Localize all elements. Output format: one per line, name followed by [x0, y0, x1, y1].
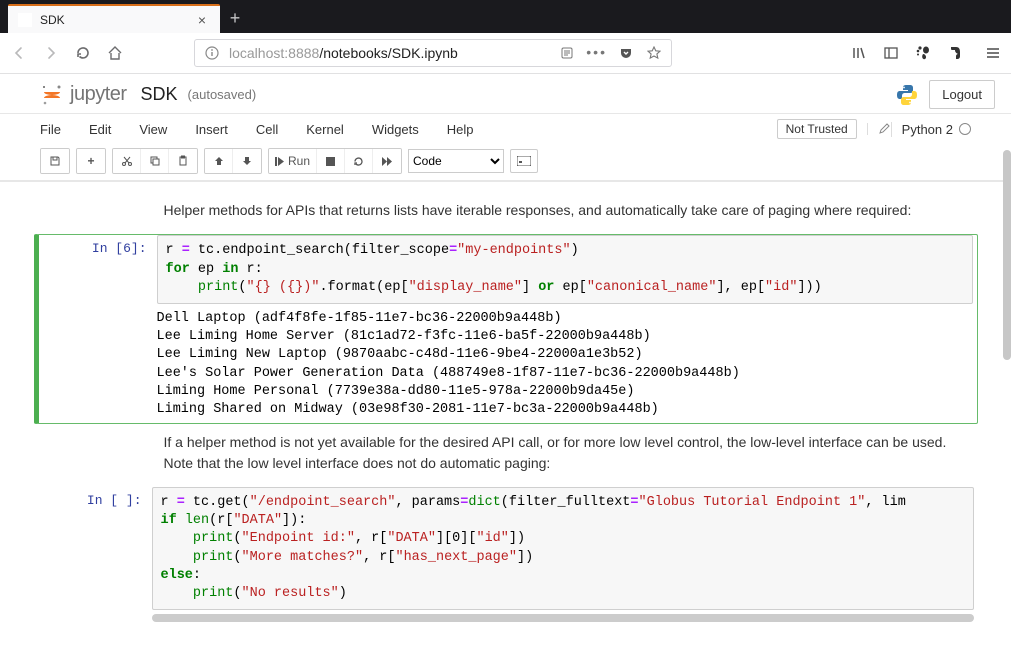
run-label: Run — [288, 154, 310, 168]
reader-icon[interactable] — [558, 44, 576, 62]
jupyter-logo[interactable]: jupyter — [40, 83, 127, 107]
menu-kernel[interactable]: Kernel — [306, 122, 344, 137]
page-actions-icon[interactable]: ••• — [586, 44, 607, 62]
url-port: :8888 — [284, 45, 319, 61]
hamburger-menu-icon[interactable] — [985, 45, 1001, 61]
browser-nav-bar: localhost:8888/notebooks/SDK.ipynb ••• — [0, 33, 1011, 74]
gnome-foot-icon[interactable] — [915, 45, 931, 61]
menu-file[interactable]: File — [40, 122, 61, 137]
bookmark-star-icon[interactable] — [645, 44, 663, 62]
menu-insert[interactable]: Insert — [195, 122, 228, 137]
notebook-scroll-area[interactable]: Helper methods for APIs that returns lis… — [0, 182, 1011, 665]
code-input[interactable]: r = tc.get("/endpoint_search", params=di… — [152, 487, 974, 610]
vertical-scrollbar[interactable] — [1003, 150, 1011, 360]
menubar: File Edit View Insert Cell Kernel Widget… — [0, 114, 1011, 144]
command-palette-button[interactable] — [510, 149, 538, 173]
url-text: localhost:8888/notebooks/SDK.ipynb — [229, 45, 458, 61]
run-button[interactable]: Run — [269, 149, 317, 173]
move-up-button[interactable] — [205, 149, 233, 173]
save-button[interactable] — [41, 149, 69, 173]
input-prompt: In [6]: — [39, 235, 157, 423]
edit-icon[interactable] — [867, 123, 885, 135]
menu-edit[interactable]: Edit — [89, 122, 111, 137]
add-cell-button[interactable]: + — [77, 149, 105, 173]
interrupt-button[interactable] — [317, 149, 345, 173]
move-down-button[interactable] — [233, 149, 261, 173]
tab-title: SDK — [40, 13, 194, 27]
browser-tab[interactable]: SDK × — [8, 4, 220, 33]
toolbar: + Run Code — [0, 144, 1011, 181]
paste-button[interactable] — [169, 149, 197, 173]
cell-type-select[interactable]: Code — [408, 149, 504, 173]
home-icon[interactable] — [106, 44, 124, 62]
kernel-indicator[interactable]: Python 2 — [891, 122, 971, 137]
markdown-cell[interactable]: Helper methods for APIs that returns lis… — [164, 200, 978, 220]
code-cell-empty[interactable]: In [ ]: r = tc.get("/endpoint_search", p… — [34, 487, 978, 622]
jupyter-logo-icon — [40, 83, 64, 107]
url-bar[interactable]: localhost:8888/notebooks/SDK.ipynb ••• — [194, 39, 672, 67]
close-icon[interactable]: × — [194, 12, 210, 28]
url-path: /notebooks/SDK.ipynb — [319, 45, 458, 61]
code-input[interactable]: r = tc.endpoint_search(filter_scope="my-… — [157, 235, 973, 304]
new-tab-button[interactable]: + — [220, 4, 250, 33]
library-icon[interactable] — [851, 45, 867, 61]
notebook: Helper methods for APIs that returns lis… — [26, 182, 986, 650]
kernel-status-icon — [959, 123, 971, 135]
restart-button[interactable] — [345, 149, 373, 173]
autosave-status: (autosaved) — [188, 87, 257, 102]
url-host: localhost — [229, 45, 284, 61]
menu-help[interactable]: Help — [447, 122, 474, 137]
jupyter-logo-text: jupyter — [70, 83, 127, 106]
menu-view[interactable]: View — [139, 122, 167, 137]
forward-icon[interactable] — [42, 44, 60, 62]
pocket-icon[interactable] — [617, 44, 635, 62]
reload-icon[interactable] — [74, 44, 92, 62]
sidebar-icon[interactable] — [883, 45, 899, 61]
notebook-name[interactable]: SDK — [141, 84, 178, 105]
code-cell-6[interactable]: In [6]: r = tc.endpoint_search(filter_sc… — [34, 234, 978, 424]
evernote-icon[interactable] — [947, 45, 963, 61]
cell-output: Dell Laptop (adf4f8fe-1f85-11e7-bc36-220… — [157, 304, 977, 423]
copy-button[interactable] — [141, 149, 169, 173]
logout-button[interactable]: Logout — [929, 80, 995, 109]
menu-cell[interactable]: Cell — [256, 122, 278, 137]
run-all-button[interactable] — [373, 149, 401, 173]
input-prompt: In [ ]: — [34, 487, 152, 622]
cut-button[interactable] — [113, 149, 141, 173]
info-icon[interactable] — [203, 44, 221, 62]
browser-tab-strip: SDK × + — [0, 0, 1011, 33]
kernel-name-label: Python 2 — [902, 122, 953, 137]
tab-favicon — [18, 13, 32, 27]
menu-widgets[interactable]: Widgets — [372, 122, 419, 137]
back-icon[interactable] — [10, 44, 28, 62]
markdown-cell[interactable]: If a helper method is not yet available … — [164, 432, 978, 473]
trust-indicator[interactable]: Not Trusted — [777, 119, 857, 139]
jupyter-header: jupyter SDK (autosaved) Logout — [0, 74, 1011, 114]
python-icon — [895, 83, 919, 107]
horizontal-scrollbar[interactable] — [152, 614, 974, 622]
